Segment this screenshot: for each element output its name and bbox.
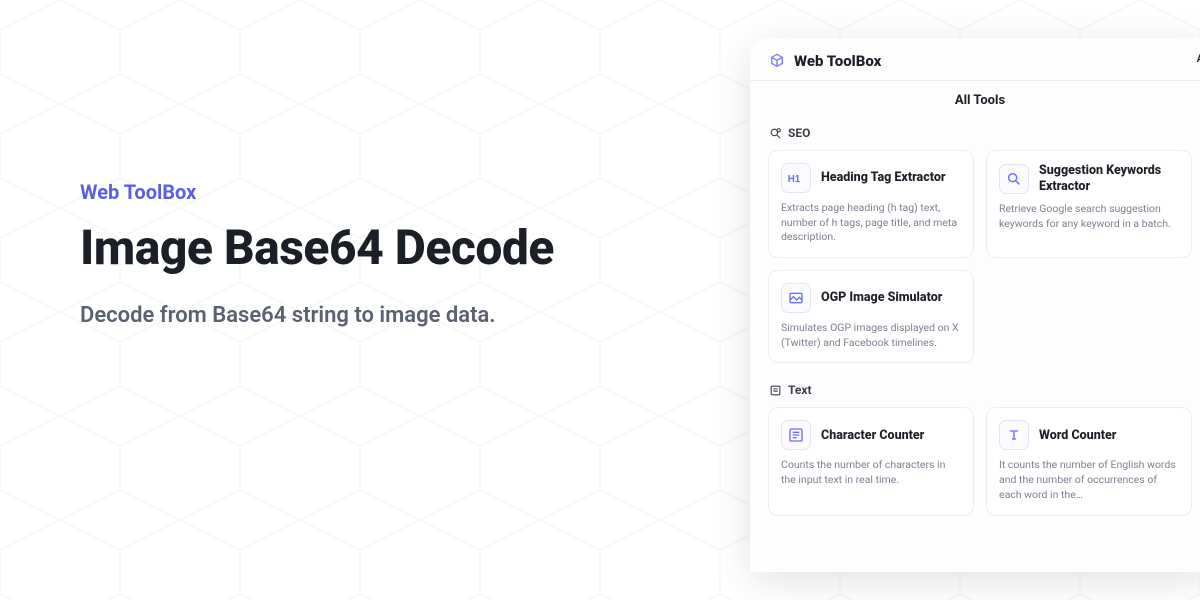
card-character-counter[interactable]: Character Counter Counts the number of c…: [768, 407, 974, 515]
svg-text:H1: H1: [788, 174, 801, 185]
card-ogp-image-simulator[interactable]: OGP Image Simulator Simulates OGP images…: [768, 270, 974, 363]
section-head-seo: SEO: [768, 126, 1192, 140]
seo-icon: [768, 126, 782, 140]
section-seo: SEO H1 Heading Tag Extractor Extracts pa…: [750, 122, 1200, 379]
lines-icon: [781, 420, 811, 450]
card-desc: It counts the number of English words an…: [999, 458, 1179, 502]
card-title: Character Counter: [821, 428, 924, 444]
card-desc: Retrieve Google search suggestion keywor…: [999, 202, 1179, 231]
panel-brand: Web ToolBox: [794, 52, 881, 70]
page-title: Image Base64 Decode: [80, 222, 554, 275]
card-heading-tag-extractor[interactable]: H1 Heading Tag Extractor Extracts page h…: [768, 150, 974, 258]
page-subtitle: Decode from Base64 string to image data.: [80, 303, 554, 328]
tools-panel: A Web ToolBox All Tools SEO H1 Heading T…: [750, 38, 1200, 572]
section-title: SEO: [788, 126, 810, 140]
section-text: Text Character Counter Counts the number…: [750, 379, 1200, 531]
h1-icon: H1: [781, 163, 811, 193]
hero-block: Web ToolBox Image Base64 Decode Decode f…: [80, 180, 554, 328]
corner-letter: A: [1197, 52, 1200, 65]
card-desc: Extracts page heading (h tag) text, numb…: [781, 201, 961, 245]
card-word-counter[interactable]: Word Counter It counts the number of Eng…: [986, 407, 1192, 515]
text-icon: [768, 383, 782, 397]
card-title: Heading Tag Extractor: [821, 170, 946, 186]
panel-header: Web ToolBox: [750, 38, 1200, 80]
card-title: Suggestion Keywords Extractor: [1039, 163, 1179, 194]
search-icon: [999, 164, 1029, 194]
card-suggestion-keywords-extractor[interactable]: Suggestion Keywords Extractor Retrieve G…: [986, 150, 1192, 258]
section-title: Text: [788, 383, 812, 397]
card-title: OGP Image Simulator: [821, 290, 942, 306]
tab-all-tools[interactable]: All Tools: [750, 81, 1200, 122]
section-head-text: Text: [768, 383, 1192, 397]
card-title: Word Counter: [1039, 428, 1116, 444]
card-desc: Simulates OGP images displayed on X (Twi…: [781, 321, 961, 350]
image-icon: [781, 283, 811, 313]
card-desc: Counts the number of characters in the i…: [781, 458, 961, 487]
cube-icon: [768, 52, 786, 70]
letter-t-icon: [999, 420, 1029, 450]
brand-label: Web ToolBox: [80, 180, 554, 204]
